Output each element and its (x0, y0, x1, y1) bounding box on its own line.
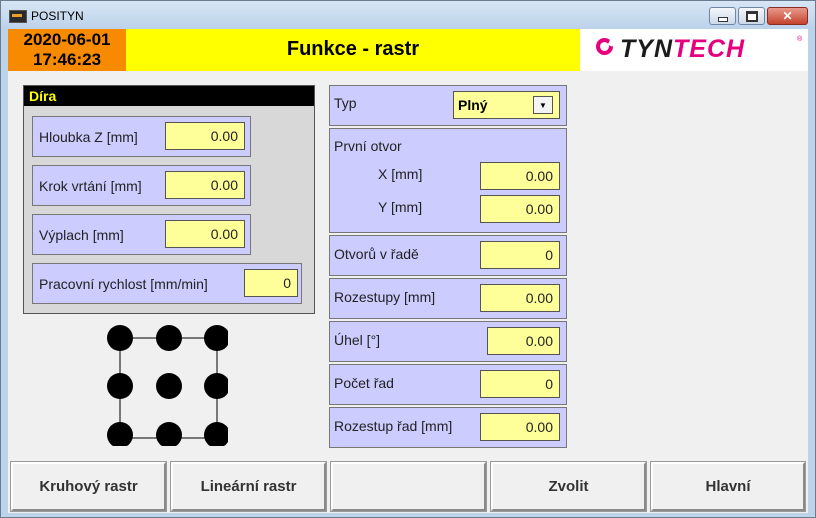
page-title: Funkce - rastr (286, 38, 420, 60)
uhel-field: Úhel [°] 0.00 (329, 321, 567, 362)
prvni-otvor-group: První otvor X [mm] 0.00 Y [mm] 0.00 (329, 128, 567, 233)
hloubka-z-field: Hloubka Z [mm] 0.00 (32, 116, 251, 157)
vyplach-input[interactable]: 0.00 (165, 220, 245, 248)
typ-label: Typ (334, 95, 357, 111)
typ-field: Typ Plný ▼ (329, 85, 567, 126)
rozestupy-field: Rozestupy [mm] 0.00 (329, 278, 567, 319)
rozestup-rad-field: Rozestup řad [mm] 0.00 (329, 407, 567, 448)
rozestupy-input[interactable]: 0.00 (480, 284, 560, 312)
dira-group-title: Díra (24, 86, 314, 106)
prvni-otvor-y-input[interactable]: 0.00 (480, 195, 560, 223)
close-button[interactable]: ✕ (767, 7, 808, 25)
app-window: POSITYN ✕ 2020-06-01 17:46:23 Funkce - r… (0, 0, 816, 518)
hole-marker (156, 325, 182, 351)
maximize-button[interactable] (738, 7, 765, 25)
otvoru-v-rade-label: Otvorů v řadě (334, 246, 419, 262)
maximize-icon (745, 10, 758, 22)
vyplach-label: Výplach [mm] (39, 227, 124, 243)
uhel-label: Úhel [°] (334, 332, 381, 348)
rozestupy-label: Rozestupy [mm] (334, 289, 436, 305)
pracovni-rychlost-label: Pracovní rychlost [mm/min] (39, 276, 208, 292)
date-text: 2020-06-01 (23, 30, 111, 49)
logo-ring-icon (596, 38, 613, 55)
hole-marker (204, 422, 228, 446)
kruhovy-rastr-button[interactable]: Kruhový rastr (10, 461, 167, 512)
pracovni-rychlost-field: Pracovní rychlost [mm/min] 0 (32, 263, 302, 304)
empty-button[interactable] (330, 461, 487, 512)
dropdown-arrow-icon[interactable]: ▼ (533, 96, 553, 114)
minimize-button[interactable] (709, 7, 736, 25)
prvni-otvor-y-label: Y [mm] (378, 199, 423, 215)
prvni-otvor-x-label: X [mm] (378, 166, 423, 182)
rozestup-rad-label: Rozestup řad [mm] (334, 418, 453, 434)
app-icon (9, 10, 27, 23)
pocet-rad-field: Počet řad 0 (329, 364, 567, 405)
pocet-rad-label: Počet řad (334, 375, 394, 391)
dira-group: Díra Hloubka Z [mm] 0.00 Krok vrtání [mm… (23, 85, 315, 314)
logo: TYNTECH ® (580, 29, 808, 71)
raster-preview (107, 325, 228, 446)
hole-marker (156, 422, 182, 446)
window-title: POSITYN (31, 9, 84, 23)
krok-vrtani-field: Krok vrtání [mm] 0.00 (32, 165, 251, 206)
hole-marker (204, 325, 228, 351)
minimize-icon (717, 16, 728, 22)
pocet-rad-input[interactable]: 0 (480, 370, 560, 398)
datetime-display: 2020-06-01 17:46:23 (8, 29, 126, 71)
hloubka-z-input[interactable]: 0.00 (165, 122, 245, 150)
prvni-otvor-x-input[interactable]: 0.00 (480, 162, 560, 190)
time-text: 17:46:23 (32, 50, 102, 69)
hole-marker (107, 422, 133, 446)
otvoru-v-rade-input[interactable]: 0 (480, 241, 560, 269)
prvni-otvor-label: První otvor (334, 138, 402, 154)
registered-icon: ® (797, 36, 803, 43)
rozestup-rad-input[interactable]: 0.00 (480, 413, 560, 441)
header-bar: Funkce - rastr (126, 29, 580, 71)
pracovni-rychlost-input[interactable]: 0 (244, 269, 298, 297)
title-bar: POSITYN ✕ (1, 1, 815, 29)
typ-select-value: Plný (458, 97, 488, 113)
typ-select[interactable]: Plný ▼ (453, 91, 560, 119)
hole-marker (156, 373, 182, 399)
otvoru-v-rade-field: Otvorů v řadě 0 (329, 235, 567, 276)
vyplach-field: Výplach [mm] 0.00 (32, 214, 251, 255)
hole-marker (107, 325, 133, 351)
client-area: 2020-06-01 17:46:23 Funkce - rastr TYNTE… (8, 29, 808, 513)
close-icon: ✕ (782, 9, 793, 23)
uhel-input[interactable]: 0.00 (487, 327, 560, 355)
hloubka-z-label: Hloubka Z [mm] (39, 129, 138, 145)
krok-vrtani-label: Krok vrtání [mm] (39, 178, 142, 194)
hole-marker (204, 373, 228, 399)
krok-vrtani-input[interactable]: 0.00 (165, 171, 245, 199)
hole-marker (107, 373, 133, 399)
linearni-rastr-button[interactable]: Lineární rastr (170, 461, 327, 512)
logo-text: TYNTECH (620, 35, 746, 63)
bottom-button-bar: Kruhový rastr Lineární rastr Zvolit Hlav… (8, 460, 808, 513)
zvolit-button[interactable]: Zvolit (490, 461, 647, 512)
hlavni-button[interactable]: Hlavní (650, 461, 806, 512)
